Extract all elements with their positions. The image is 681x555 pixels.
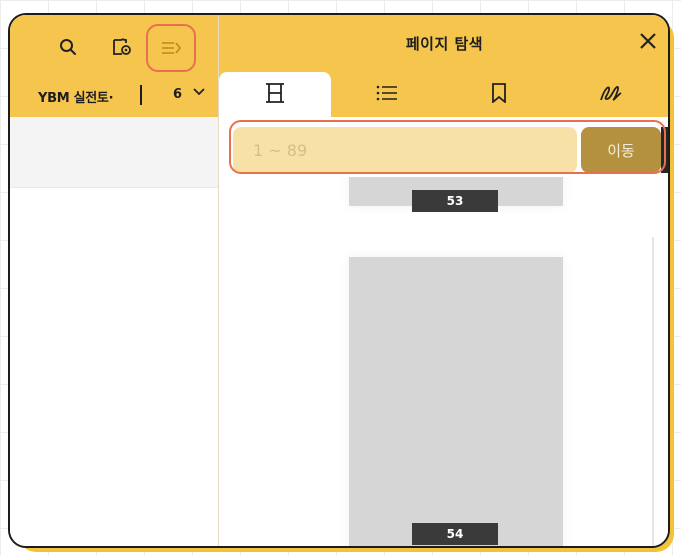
tabbar: [219, 72, 668, 117]
page-thumbnail[interactable]: [349, 257, 563, 546]
goto-page-row: 이동: [219, 117, 668, 177]
tab-handwriting[interactable]: [555, 72, 667, 117]
collapse-panel-icon[interactable]: [146, 24, 196, 72]
page-number-input[interactable]: [233, 127, 577, 173]
left-content-area: [10, 117, 218, 188]
scrollbar[interactable]: [652, 237, 654, 546]
page-navigation-panel: 페이지 탐색 1 ~ 89 이동 53 54: [219, 15, 668, 546]
tab-list[interactable]: [331, 72, 443, 117]
search-icon[interactable]: [56, 35, 80, 59]
page-number[interactable]: 6: [173, 87, 182, 102]
panel-header: 페이지 탐색: [219, 15, 668, 72]
page-thumbnail-label: 53: [412, 190, 498, 212]
chevron-down-icon[interactable]: [193, 86, 205, 101]
goto-button[interactable]: 이동: [581, 127, 661, 173]
text-cursor: [140, 85, 142, 105]
tab-outline[interactable]: [219, 72, 331, 117]
left-toolbar: YBM 실전토· 6: [10, 72, 218, 117]
list-icon: [376, 84, 398, 106]
app-window: YBM 실전토· 6 페이지 탐색 1 ~ 89 이동 53 54: [8, 13, 670, 548]
bookmark-icon: [491, 82, 507, 107]
goto-button-edge: [661, 127, 668, 173]
page-thumbnail-label: 54: [412, 523, 498, 545]
tab-bookmark[interactable]: [443, 72, 555, 117]
left-header: [10, 15, 218, 73]
settings-icon[interactable]: [110, 35, 134, 59]
book-title[interactable]: YBM 실전토·: [38, 87, 114, 106]
left-panel: YBM 실전토· 6: [10, 15, 218, 546]
close-icon[interactable]: [636, 31, 660, 55]
handwriting-icon: [599, 83, 623, 107]
page-thumbnails: 53 54: [219, 177, 668, 546]
outline-icon: [264, 82, 286, 108]
panel-title: 페이지 탐색: [405, 35, 484, 53]
